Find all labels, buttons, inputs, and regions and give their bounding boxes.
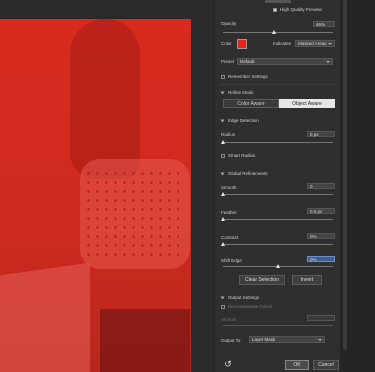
smooth-row: Smooth (221, 185, 237, 190)
contrast-slider-track[interactable] (223, 244, 333, 245)
radius-field[interactable]: 0 px (307, 131, 335, 137)
color-label: Color (221, 41, 232, 46)
reset-icon[interactable]: ↺ (223, 359, 233, 369)
photo-preview[interactable] (0, 19, 191, 372)
color-aware-option[interactable]: Color Aware (223, 99, 279, 108)
high-quality-preview-checkbox[interactable] (273, 7, 277, 12)
contrast-label: Contrast (221, 235, 239, 240)
opacity-field[interactable]: 46% (313, 21, 335, 27)
feather-slider-knob[interactable] (221, 217, 225, 221)
radius-row: Radius (221, 132, 235, 137)
smart-radius-checkbox[interactable] (221, 153, 225, 158)
shift-edge-label: Shift Edge (221, 258, 242, 263)
preset-dropdown[interactable]: Default (237, 58, 333, 65)
contrast-field[interactable]: 0% (307, 233, 335, 239)
refine-mode-title: Refine Mode (228, 90, 254, 95)
indicates-label: Indicates (273, 41, 292, 46)
output-to-dropdown[interactable]: Layer Mask (249, 336, 325, 343)
refine-mode-toggle: Color Aware Object Aware (223, 99, 335, 108)
shift-edge-row: Shift Edge (221, 258, 242, 263)
amount-field[interactable] (307, 315, 335, 321)
amount-label: Amount (221, 317, 237, 322)
smart-radius-label: Smart Radius (228, 153, 256, 158)
contrast-slider-knob[interactable] (221, 242, 225, 246)
preset-row: Preset (221, 59, 234, 64)
chevron-down-icon (220, 172, 225, 175)
photo-dark-region (100, 309, 190, 372)
output-to-label: Output To (221, 338, 241, 343)
opacity-row: Opacity (221, 21, 236, 26)
preset-label: Preset (221, 59, 235, 64)
radius-label: Radius (221, 132, 236, 137)
radius-slider-knob[interactable] (221, 140, 225, 144)
edge-detection-header[interactable]: Edge Detection (220, 118, 259, 123)
refine-mode-header[interactable]: Refine Mode (220, 90, 254, 95)
view-thumbnail[interactable] (265, 0, 291, 3)
chevron-down-icon (220, 119, 225, 122)
smooth-field[interactable]: 0 (307, 183, 335, 189)
color-row: Color (221, 41, 232, 46)
output-settings-header[interactable]: Output Settings (220, 295, 260, 300)
right-scrollbar-area (340, 0, 375, 372)
opacity-slider-track[interactable] (223, 32, 333, 33)
high-quality-preview-label: High Quality Preview (280, 7, 322, 12)
feather-field[interactable]: 0.0 px (307, 208, 335, 214)
shift-edge-field[interactable]: 0% (307, 256, 335, 262)
output-settings-title: Output Settings (228, 295, 260, 300)
feather-label: Feather (221, 210, 237, 215)
opacity-label: Opacity (221, 21, 237, 26)
remember-settings-label: Remember Settings (228, 74, 268, 79)
amount-slider-track[interactable] (223, 325, 333, 326)
amount-row: Amount (221, 317, 237, 322)
opacity-slider-knob[interactable] (272, 30, 276, 34)
photo-pattern (84, 169, 179, 259)
clear-selection-button[interactable]: Clear Selection (239, 275, 285, 285)
remember-settings-checkbox[interactable] (221, 74, 225, 79)
feather-row: Feather (221, 210, 237, 215)
color-swatch[interactable] (237, 39, 247, 49)
output-to-row: Output To (221, 338, 240, 343)
decontaminate-checkbox[interactable] (221, 304, 225, 309)
smooth-slider-track[interactable] (223, 194, 333, 195)
invert-button[interactable]: Invert (292, 275, 322, 285)
scrollbar-thumb[interactable] (343, 0, 347, 350)
radius-slider-track[interactable] (223, 142, 333, 143)
cancel-button[interactable]: Cancel (313, 360, 339, 370)
smart-radius-row[interactable]: Smart Radius (221, 153, 255, 158)
properties-panel: High Quality Preview Opacity 46% Color I… (214, 0, 341, 372)
object-aware-option[interactable]: Object Aware (279, 99, 335, 108)
smooth-slider-knob[interactable] (221, 192, 225, 196)
image-canvas[interactable] (0, 0, 214, 372)
indicates-row: Indicates (273, 41, 291, 46)
smooth-label: Smooth (221, 185, 237, 190)
indicates-dropdown[interactable]: Masked Areas (295, 40, 335, 47)
decontaminate-row[interactable]: Decontaminate Colors (221, 304, 273, 309)
chevron-down-icon (220, 296, 225, 299)
chevron-down-icon (220, 91, 225, 94)
photo-hair-region (70, 19, 140, 179)
divider (219, 84, 337, 85)
global-refinements-header[interactable]: Global Refinements (220, 171, 268, 176)
ok-button[interactable]: OK (285, 360, 309, 370)
shift-edge-slider-knob[interactable] (276, 264, 280, 268)
global-refinements-title: Global Refinements (228, 171, 268, 176)
feather-slider-track[interactable] (223, 219, 333, 220)
remember-settings-row[interactable]: Remember Settings (221, 74, 268, 79)
contrast-row: Contrast (221, 235, 238, 240)
photo-table-region (0, 262, 90, 372)
high-quality-preview-row[interactable]: High Quality Preview (273, 7, 322, 12)
decontaminate-label: Decontaminate Colors (228, 304, 273, 309)
edge-detection-title: Edge Detection (228, 118, 259, 123)
